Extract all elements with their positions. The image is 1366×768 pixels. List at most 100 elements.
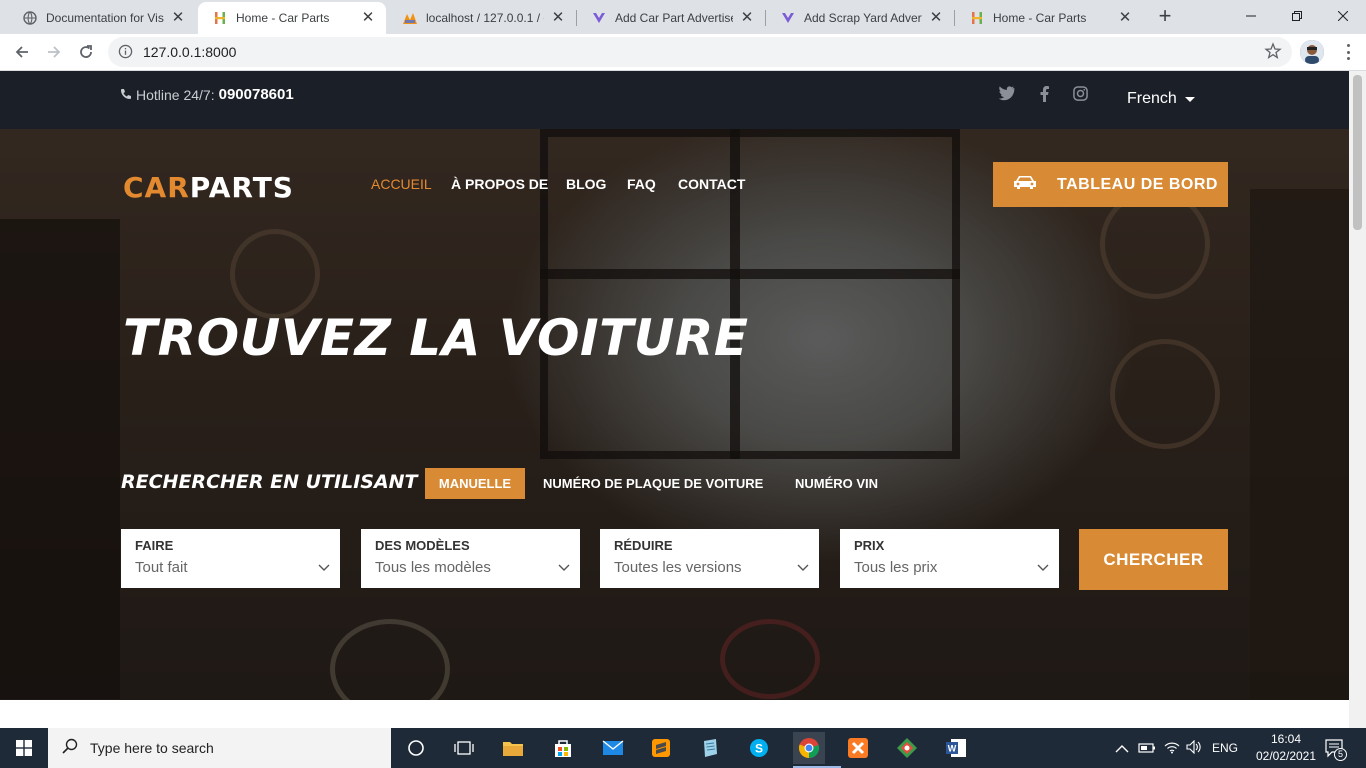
browser-tab[interactable]: Documentation for Visu ✕ (8, 2, 196, 34)
cortana-icon[interactable] (400, 732, 432, 764)
skype-icon[interactable]: S (743, 732, 775, 764)
price-select[interactable]: PRIX Tous les prix (840, 529, 1059, 588)
nav-item-contact[interactable]: CONTACT (678, 176, 745, 192)
wifi-icon[interactable] (1164, 740, 1180, 759)
profile-avatar[interactable] (1300, 40, 1324, 64)
new-tab-button[interactable]: + (1152, 5, 1178, 29)
restore-button[interactable] (1274, 0, 1320, 32)
v-logo-icon (780, 10, 796, 26)
volume-icon[interactable] (1186, 739, 1202, 759)
language-label: French (1127, 90, 1177, 107)
minimize-button[interactable] (1228, 0, 1274, 32)
hero-overlay (0, 129, 1349, 700)
tab-title: Add Scrap Yard Advertis (804, 11, 922, 25)
hotline-number[interactable]: 090078601 (219, 86, 294, 103)
search-tab-vin[interactable]: NUMÉRO VIN (780, 468, 893, 499)
site-favicon-icon (969, 10, 985, 26)
logo-parts-text: PARTS (189, 171, 294, 204)
scrollbar-thumb[interactable] (1353, 75, 1362, 230)
windows-taskbar: Type here to search S W ENG 16:04 02/02/… (0, 728, 1366, 768)
nav-item-accueil[interactable]: ACCUEIL (371, 176, 432, 192)
sublime-text-icon[interactable] (645, 732, 677, 764)
tab-title: localhost / 127.0.0.1 / d (426, 11, 544, 25)
word-icon[interactable]: W (940, 732, 972, 764)
facebook-icon[interactable] (1040, 86, 1049, 107)
browser-toolbar: 127.0.0.1:8000 (0, 34, 1366, 71)
nav-item-blog[interactable]: BLOG (566, 176, 606, 192)
dashboard-button[interactable]: TABLEAU DE BORD (993, 162, 1228, 207)
nav-item-about[interactable]: À PROPOS DE (451, 176, 548, 192)
windows-start-icon[interactable] (0, 728, 48, 768)
close-icon[interactable]: ✕ (1117, 10, 1133, 26)
input-language[interactable]: ENG (1212, 741, 1238, 755)
hero-headline: TROUVEZ LA VOITURE (123, 309, 749, 367)
close-icon[interactable]: ✕ (360, 10, 376, 26)
reload-button[interactable] (72, 38, 100, 66)
taskbar-search-placeholder: Type here to search (90, 740, 214, 756)
nav-item-faq[interactable]: FAQ (627, 176, 656, 192)
search-button[interactable]: CHERCHER (1079, 529, 1228, 590)
git-kraken-icon[interactable] (891, 732, 923, 764)
page-scrollbar[interactable] (1349, 71, 1366, 728)
language-selector[interactable]: French (1127, 90, 1195, 108)
browser-menu-icon[interactable] (1340, 42, 1356, 62)
chevron-down-icon (1037, 559, 1049, 577)
model-value: Tous les modèles (375, 559, 491, 576)
taskbar-search-box[interactable]: Type here to search (48, 728, 391, 768)
instagram-icon[interactable] (1073, 86, 1088, 106)
hero-section: CARPARTS ACCUEIL À PROPOS DE BLOG FAQ CO… (0, 129, 1349, 700)
dashboard-button-label: TABLEAU DE BORD (1057, 175, 1218, 193)
info-icon[interactable] (118, 44, 133, 64)
make-label: FAIRE (135, 538, 174, 553)
search-tab-plate[interactable]: NUMÉRO DE PLAQUE DE VOITURE (528, 468, 778, 499)
file-explorer-icon[interactable] (497, 732, 529, 764)
twitter-icon[interactable] (998, 86, 1015, 106)
svg-text:W: W (948, 744, 957, 754)
search-tab-manual[interactable]: MANUELLE (425, 468, 525, 499)
close-window-button[interactable] (1320, 0, 1366, 32)
site-favicon-icon (212, 10, 228, 26)
tab-separator (765, 10, 766, 26)
browser-tab[interactable]: localhost / 127.0.0.1 / d ✕ (388, 2, 576, 34)
phpmyadmin-icon (402, 10, 418, 26)
clock-time[interactable]: 16:04 (1264, 732, 1308, 746)
url-text[interactable]: 127.0.0.1:8000 (143, 44, 236, 60)
site-logo[interactable]: CARPARTS (123, 171, 294, 204)
chevron-down-icon (797, 559, 809, 577)
model-select[interactable]: DES MODÈLES Tous les modèles (361, 529, 580, 588)
browser-tab[interactable]: Add Car Part Advertisen ✕ (577, 2, 765, 34)
browser-tab[interactable]: Home - Car Parts ✕ (955, 2, 1143, 34)
make-select[interactable]: FAIRE Tout fait (121, 529, 340, 588)
notes-app-icon[interactable] (694, 732, 726, 764)
browser-tab[interactable]: Add Scrap Yard Advertis ✕ (766, 2, 954, 34)
page-viewport: Hotline 24/7: 090078601 French CARPARTS … (0, 71, 1349, 728)
browser-tab-active[interactable]: Home - Car Parts ✕ (198, 2, 386, 34)
forward-button[interactable] (40, 38, 68, 66)
clock-date[interactable]: 02/02/2021 (1252, 749, 1320, 763)
chevron-down-icon (558, 559, 570, 577)
bookmark-star-icon[interactable] (1264, 42, 1282, 65)
close-icon[interactable]: ✕ (739, 10, 755, 26)
tab-title: Documentation for Visu (46, 11, 164, 25)
mail-icon[interactable] (597, 732, 629, 764)
store-icon[interactable] (547, 732, 579, 764)
battery-icon[interactable] (1138, 741, 1156, 760)
trim-value: Toutes les versions (614, 559, 742, 576)
tab-separator (954, 10, 955, 26)
back-button[interactable] (8, 38, 36, 66)
notification-badge: 5 (1334, 748, 1347, 761)
trim-select[interactable]: RÉDUIRE Toutes les versions (600, 529, 819, 588)
browser-tab-strip: Documentation for Visu ✕ Home - Car Part… (0, 0, 1366, 34)
tab-title: Home - Car Parts (993, 11, 1087, 25)
close-icon[interactable]: ✕ (550, 10, 566, 26)
close-icon[interactable]: ✕ (170, 10, 186, 26)
address-bar[interactable]: 127.0.0.1:8000 (108, 37, 1292, 67)
v-logo-icon (591, 10, 607, 26)
chrome-icon[interactable] (793, 732, 841, 768)
xampp-icon[interactable] (842, 732, 874, 764)
task-view-icon[interactable] (448, 732, 480, 764)
svg-text:S: S (755, 742, 763, 756)
chevron-up-icon[interactable] (1115, 741, 1129, 759)
tab-title: Add Car Part Advertisen (615, 11, 733, 25)
close-icon[interactable]: ✕ (928, 10, 944, 26)
